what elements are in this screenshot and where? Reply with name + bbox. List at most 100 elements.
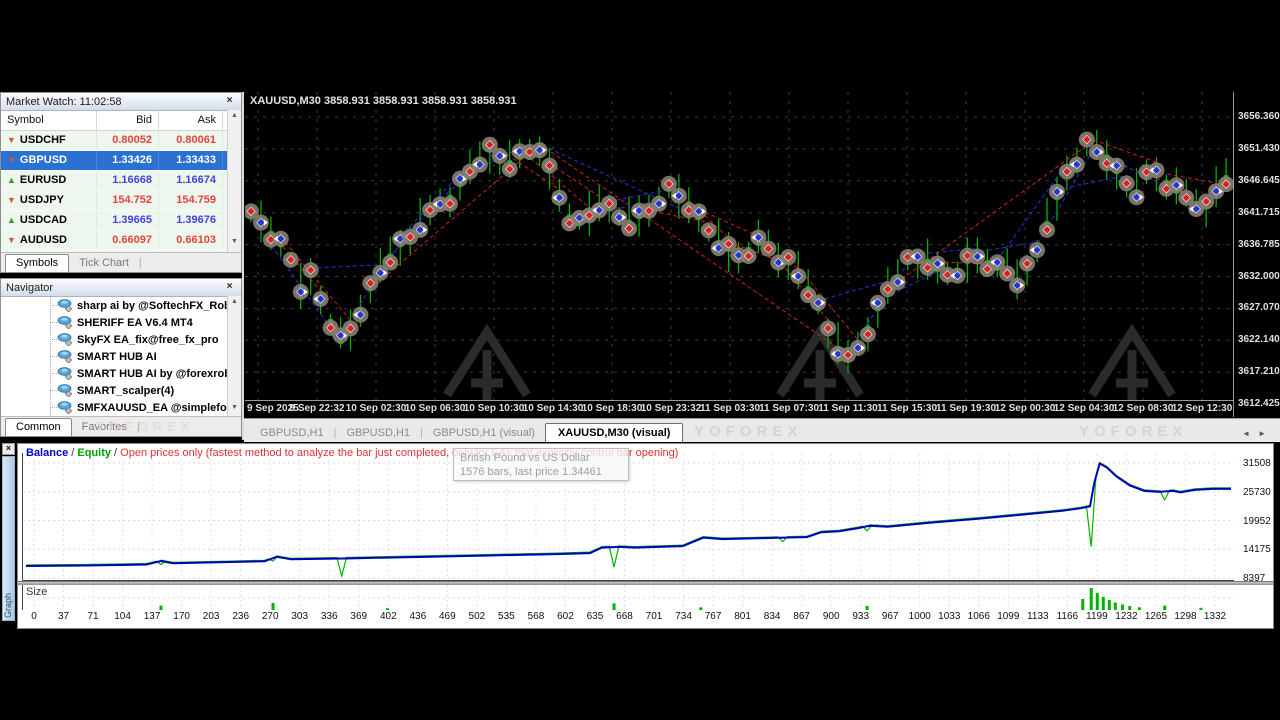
- symbol-cell: ▼GBPUSD: [1, 151, 97, 170]
- market-watch-row[interactable]: ▼USDCHF0.800520.80061: [1, 131, 241, 151]
- x-axis-label: 1099: [997, 611, 1019, 622]
- tooltip-line2: 1576 bars, last price 1.34461: [460, 465, 622, 479]
- symbol-label: EURUSD: [20, 171, 66, 190]
- column-bid[interactable]: Bid: [97, 111, 159, 130]
- x-axis-label: 1199: [1086, 611, 1108, 622]
- tab-tick-chart[interactable]: Tick Chart: [69, 255, 139, 272]
- market-watch-row[interactable]: ▲EURUSD1.166681.16674: [1, 171, 241, 191]
- x-axis-label: 933: [852, 611, 869, 622]
- time-label: 11 Sep 19:30: [936, 403, 996, 414]
- navigator-item[interactable]: SHERIFF EA V6.4 MT4: [1, 314, 241, 331]
- x-axis-label: 967: [882, 611, 899, 622]
- price-axis-separator: [1233, 92, 1234, 417]
- market-watch-row[interactable]: ▲USDCAD1.396651.39676: [1, 211, 241, 231]
- chart-canvas: [245, 92, 1233, 402]
- price-label: 3636.785: [1238, 239, 1280, 250]
- x-axis-label: 270: [262, 611, 279, 622]
- market-watch-row[interactable]: ▼ USDJPY 154.752154.759: [1, 191, 241, 211]
- x-axis-label: 767: [705, 611, 722, 622]
- navigator-titlebar: Navigator ×: [1, 279, 241, 297]
- x-axis-label: 369: [350, 611, 367, 622]
- scroll-up-icon[interactable]: ▲: [228, 112, 241, 119]
- market-watch-scrollbar[interactable]: ▲ ▼: [227, 110, 241, 255]
- navigator-item-label: sharp ai by @SoftechFX_Robot: [77, 300, 241, 312]
- market-watch-row[interactable]: ▼AUDUSD0.660970.66103: [1, 231, 241, 251]
- bid-value: 154.752: [97, 191, 159, 210]
- trend-down-icon: ▼: [7, 196, 16, 205]
- yoforex-watermark: YOFOREX: [96, 419, 195, 434]
- x-axis-label: 0: [31, 611, 37, 622]
- price-label: 3656.360: [1238, 111, 1280, 122]
- trend-up-icon: ▲: [7, 216, 16, 225]
- symbol-label: USDCAD: [20, 211, 67, 230]
- y-axis-label: 8397: [1243, 573, 1265, 584]
- ea-icon: [57, 401, 73, 414]
- size-panel-label: Size: [26, 586, 47, 598]
- ea-icon: [57, 350, 73, 363]
- navigator-item[interactable]: sharp ai by @SoftechFX_Robot: [1, 297, 241, 314]
- column-symbol[interactable]: Symbol: [1, 111, 97, 130]
- x-axis-label: 602: [557, 611, 574, 622]
- navigator-item[interactable]: SkyFX EA_fix@free_fx_pro: [1, 331, 241, 348]
- panel-chart-divider: [242, 92, 244, 440]
- ea-icon: [57, 367, 73, 380]
- legend-separator: /: [68, 447, 77, 459]
- symbol-label: USDJPY: [20, 191, 64, 210]
- close-icon[interactable]: ×: [223, 95, 236, 108]
- scroll-down-icon[interactable]: ▼: [228, 404, 241, 411]
- navigator-item-label: SMART HUB AI: [77, 351, 157, 363]
- close-icon[interactable]: ×: [223, 281, 236, 294]
- navigator-item[interactable]: SMFXAUUSD_EA @simpleforex: [1, 399, 241, 416]
- x-axis-label: 71: [87, 611, 98, 622]
- x-axis-label: 1298: [1174, 611, 1196, 622]
- tooltip-line1: British Pound vs US Dollar: [460, 451, 622, 465]
- symbol-cell: ▼ AUDUSD: [1, 231, 97, 250]
- tab-common[interactable]: Common: [5, 418, 72, 436]
- price-label: 3632.000: [1238, 271, 1280, 282]
- navigator-item-label: SMART_scalper(4): [77, 385, 174, 397]
- ask-value: 154.759: [159, 191, 223, 210]
- market-watch-row[interactable]: ▼GBPUSD1.334261.33433: [1, 151, 241, 171]
- x-axis-label: 1000: [909, 611, 931, 622]
- navigator-scrollbar[interactable]: ▲ ▼: [227, 296, 241, 419]
- close-icon[interactable]: ×: [2, 443, 15, 455]
- mt4-workspace: Market Watch: 11:02:58 × Symbol Bid Ask …: [0, 0, 1280, 720]
- scroll-down-icon[interactable]: ▼: [228, 238, 241, 245]
- tab-symbols[interactable]: Symbols: [5, 254, 69, 272]
- yoforex-watermark: YOFOREX: [1079, 423, 1187, 440]
- column-ask[interactable]: Ask: [159, 111, 223, 130]
- tester-side-tab[interactable]: Graph: [2, 456, 15, 621]
- tab-scroll-arrows[interactable]: ◄►: [1242, 429, 1274, 438]
- x-axis-label: 336: [321, 611, 338, 622]
- price-label: 3627.070: [1238, 302, 1280, 313]
- chart-tab[interactable]: XAUUSD,M30 (visual): [545, 423, 683, 442]
- bid-value: 0.66097: [97, 231, 159, 250]
- trend-down-icon: ▼: [7, 236, 16, 245]
- trend-down-icon: ▼: [7, 156, 16, 165]
- bid-value: 1.16668: [97, 171, 159, 190]
- yoforex-logo-watermark: [447, 332, 527, 401]
- tester-graph-panel[interactable]: Balance / Equity / Open prices only (fas…: [17, 443, 1274, 629]
- navigator-item[interactable]: SMART HUB AI: [1, 348, 241, 365]
- chart-tab[interactable]: GBPUSD,H1: [336, 424, 420, 442]
- x-axis-label: 834: [764, 611, 781, 622]
- symbol-cell: ▼USDCHF: [1, 131, 97, 150]
- navigator-tree: sharp ai by @SoftechFX_Robot SHERIFF EA V…: [1, 297, 241, 420]
- symbol-label: AUDUSD: [20, 231, 67, 250]
- chart-tab[interactable]: GBPUSD,H1: [250, 424, 334, 442]
- navigator-item[interactable]: SMART_scalper(4): [1, 382, 241, 399]
- scroll-up-icon[interactable]: ▲: [228, 298, 241, 305]
- market-watch-titlebar: Market Watch: 11:02:58 ×: [1, 93, 241, 111]
- ea-icon: [57, 299, 73, 312]
- navigator-item[interactable]: SMART HUB AI by @forexrobot: [1, 365, 241, 382]
- x-axis-label: 900: [823, 611, 840, 622]
- x-axis-label: 535: [498, 611, 515, 622]
- yoforex-watermark: YOFOREX: [694, 423, 802, 440]
- chart-tab[interactable]: GBPUSD,H1 (visual): [423, 424, 545, 442]
- trend-down-icon: ▼: [7, 136, 16, 145]
- market-watch-header: Symbol Bid Ask: [1, 111, 241, 131]
- price-label: 3622.140: [1238, 334, 1280, 345]
- candlestick-chart[interactable]: XAUUSD,M30 3858.931 3858.931 3858.931 38…: [245, 92, 1233, 402]
- x-axis-label: 635: [587, 611, 604, 622]
- x-axis-label: 203: [203, 611, 220, 622]
